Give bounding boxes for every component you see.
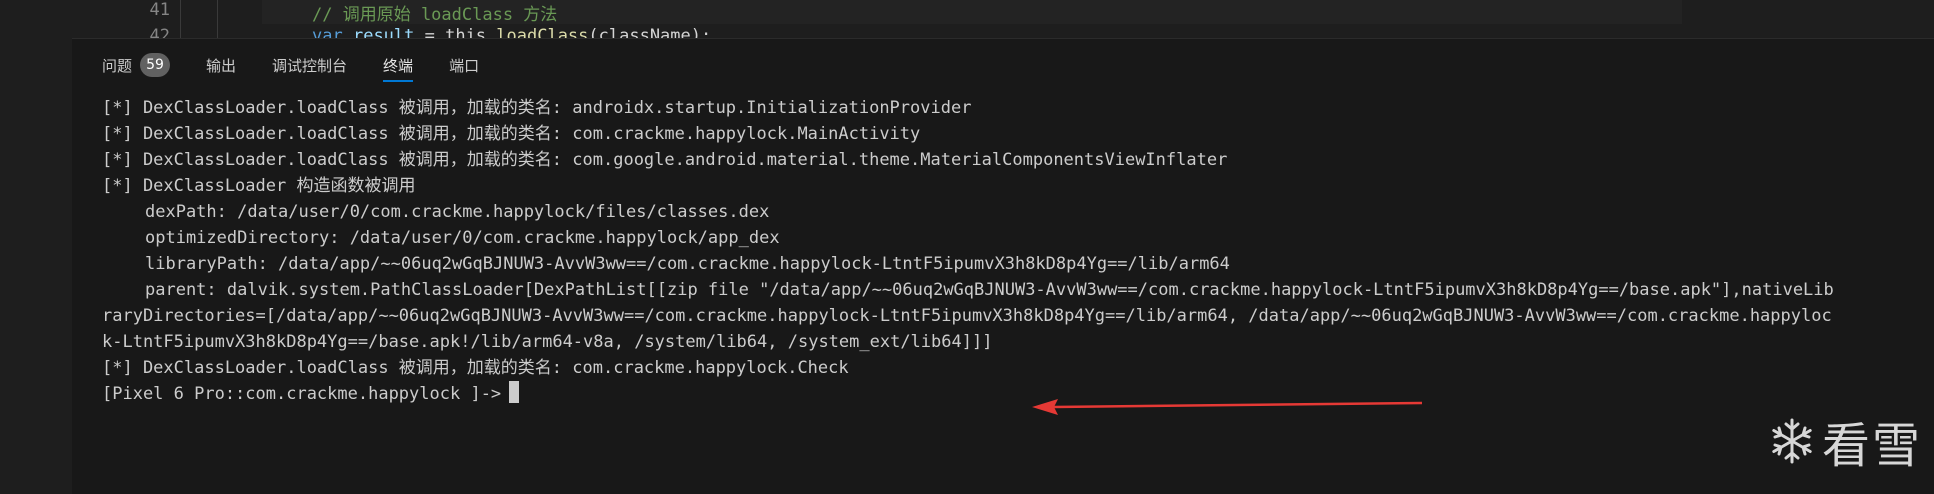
code-text: (className); <box>588 26 712 38</box>
terminal-line: raryDirectories=[/data/app/~~06uq2wGqBJN… <box>102 306 1832 326</box>
indent-guide <box>217 0 218 38</box>
arrow-shaft <box>1053 401 1423 409</box>
tab-terminal[interactable]: 终端 <box>383 39 414 91</box>
terminal-line: [*] DexClassLoader.loadClass 被调用，加载的类名: … <box>102 150 1228 170</box>
tab-problems[interactable]: 问题 59 <box>102 39 171 91</box>
tab-label: 调试控制台 <box>272 56 348 75</box>
watermark: 看雪 <box>1768 406 1922 476</box>
terminal-line: libraryPath: /data/app/~~06uq2wGqBJNUW3-… <box>145 254 1230 274</box>
tab-output[interactable]: 输出 <box>206 39 236 91</box>
terminal-line: optimizedDirectory: /data/user/0/com.cra… <box>145 228 780 248</box>
bottom-panel: 问题 59 输出 调试控制台 终端 端口 [*] DexClassLoader.… <box>72 38 1934 494</box>
code-function: loadClass <box>496 26 589 38</box>
tab-label: 问题 <box>102 56 133 75</box>
activity-gutter <box>0 0 73 494</box>
terminal-line: [*] DexClassLoader.loadClass 被调用，加载的类名: … <box>102 124 921 144</box>
line-number: 41 <box>149 0 170 20</box>
terminal-cursor <box>509 381 520 403</box>
tab-label: 输出 <box>206 56 237 75</box>
watermark-text: 看雪 <box>1821 418 1922 474</box>
code-comment[interactable]: // 调用原始 loadClass 方法 <box>312 0 557 25</box>
panel-tabs: 问题 59 输出 调试控制台 终端 端口 <box>102 39 515 91</box>
tab-ports[interactable]: 端口 <box>449 39 479 91</box>
indent-guide <box>180 0 181 38</box>
annotation-arrow <box>1032 399 1423 415</box>
terminal-line: [*] DexClassLoader.loadClass 被调用，加载的类名: … <box>102 358 849 378</box>
terminal-line: k-LtntF5ipumvX3h8kD8p4Yg==/base.apk!/lib… <box>102 332 993 352</box>
code-text: = this. <box>414 26 497 38</box>
line-number: 42 <box>149 26 170 38</box>
terminal-line: [*] DexClassLoader 构造函数被调用 <box>102 176 416 196</box>
tab-label: 端口 <box>449 56 480 75</box>
terminal-line: parent: dalvik.system.PathClassLoader[De… <box>145 280 1834 300</box>
code-line[interactable]: var result = this.loadClass(className); <box>312 26 711 38</box>
tab-label: 终端 <box>383 56 414 75</box>
terminal-line: [*] DexClassLoader.loadClass 被调用，加载的类名: … <box>102 98 972 118</box>
tab-debug-console[interactable]: 调试控制台 <box>272 39 347 91</box>
terminal-line: dexPath: /data/user/0/com.crackme.happyl… <box>145 202 770 222</box>
terminal-prompt-line[interactable]: [Pixel 6 Pro::com.crackme.happylock ]-> <box>102 381 1934 407</box>
terminal-prompt: [Pixel 6 Pro::com.crackme.happylock ]-> <box>102 384 502 404</box>
editor-area: 41 42 // 调用原始 loadClass 方法 var result = … <box>72 0 1934 38</box>
terminal-output[interactable]: [*] DexClassLoader.loadClass 被调用，加载的类名: … <box>102 95 1934 407</box>
snowflake-icon <box>1772 418 1812 464</box>
code-variable: result <box>352 26 415 38</box>
code-keyword: var <box>312 26 343 38</box>
problems-count-badge: 59 <box>140 53 171 77</box>
